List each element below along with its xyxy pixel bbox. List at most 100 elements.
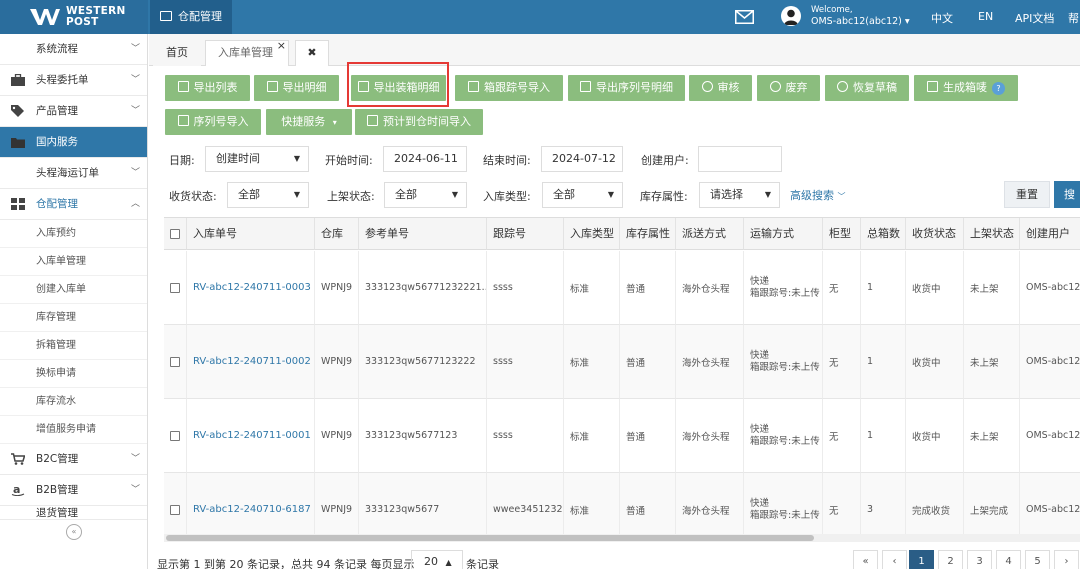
checkbox[interactable] — [170, 228, 180, 239]
sidebar-item-sea-orders[interactable]: 头程海运订单 ﹀ — [0, 158, 147, 189]
tab-home[interactable]: 首页 — [153, 40, 201, 66]
import-box-tracking-button[interactable]: 箱跟踪号导入 — [455, 75, 563, 101]
horizontal-scrollbar[interactable] — [164, 534, 1080, 542]
sidebar-item-domestic[interactable]: 国内服务 — [0, 127, 147, 158]
import-eta-button[interactable]: 预计到仓时间导入 — [355, 109, 483, 135]
col-total-boxes[interactable]: 总箱数 — [861, 218, 906, 250]
close-icon[interactable]: × — [277, 34, 286, 58]
sidebar-sub-create-inbound[interactable]: 创建入库单 — [0, 276, 147, 304]
reset-button[interactable]: 重置 — [1004, 181, 1050, 208]
sidebar-sub-value-added[interactable]: 增值服务申请 — [0, 416, 147, 444]
sidebar-item-b2c[interactable]: B2C管理 ﹀ — [0, 444, 147, 475]
date-type-select[interactable]: 创建时间 ▼ — [205, 146, 309, 172]
search-button[interactable]: 搜 — [1054, 181, 1080, 208]
cell-inbound-no[interactable]: RV-abc12-240710-6187 — [187, 473, 315, 534]
page-2-button[interactable]: 2 — [938, 550, 963, 569]
inbound-table: 入库单号 仓库 参考单号 跟踪号 入库类型 库存属性 派送方式 运输方式 柜型 … — [164, 217, 1080, 534]
help-circle-icon[interactable]: ? — [992, 82, 1005, 95]
stock-attr-select[interactable]: 请选择 ▼ — [699, 182, 780, 208]
cell-inbound-no-text[interactable]: RV-abc12-240711-0001 — [193, 430, 311, 441]
col-delivery[interactable]: 派送方式 — [676, 218, 744, 250]
checkbox[interactable] — [170, 504, 180, 515]
cell-inbound-no-text[interactable]: RV-abc12-240710-6187 — [193, 504, 311, 515]
col-inbound-no[interactable]: 入库单号 — [187, 218, 315, 250]
cell-inbound-no-text[interactable]: RV-abc12-240711-0003 — [193, 282, 311, 293]
sidebar-item-b2b[interactable]: a B2B管理 ﹀ — [0, 475, 147, 506]
sidebar-item-warehouse[interactable]: 仓配管理 ︿ — [0, 189, 147, 220]
col-warehouse[interactable]: 仓库 — [315, 218, 359, 250]
checkbox[interactable] — [170, 356, 180, 367]
cell-transport: 快递 箱跟踪号:未上传 — [744, 399, 823, 473]
export-details-button[interactable]: 导出明细 — [254, 75, 339, 101]
export-serial-details-button[interactable]: 导出序列号明细 — [568, 75, 685, 101]
audit-button[interactable]: 审核 — [689, 75, 752, 101]
shelf-status-select[interactable]: 全部 ▼ — [384, 182, 467, 208]
amazon-icon: a — [11, 484, 25, 496]
col-tracking[interactable]: 跟踪号 — [487, 218, 564, 250]
inbound-type-select[interactable]: 全部 ▼ — [542, 182, 623, 208]
cell-receive-status: 完成收货 — [906, 473, 964, 534]
page-1-button[interactable]: 1 — [909, 550, 934, 569]
export-list-button[interactable]: 导出列表 — [165, 75, 250, 101]
sidebar-sub-inbound-management[interactable]: 入库单管理 — [0, 248, 147, 276]
page-size-select[interactable]: 20 ▲ — [411, 550, 463, 569]
import-serial-button[interactable]: 序列号导入 — [165, 109, 261, 135]
sidebar-sub-stock-flow[interactable]: 库存流水 — [0, 388, 147, 416]
prev-page-button[interactable]: ‹ — [882, 550, 907, 569]
col-stock-attr[interactable]: 库存属性 — [620, 218, 676, 250]
receive-status-select[interactable]: 全部 ▼ — [227, 182, 309, 208]
tab-inbound-management[interactable]: 入库单管理 × — [205, 39, 289, 66]
api-docs-link[interactable]: API文档 — [1015, 10, 1054, 26]
sidebar-sub-inbound-booking[interactable]: 入库预约 — [0, 220, 147, 248]
sidebar-item-system-flow[interactable]: 系统流程 ﹀ — [0, 34, 147, 65]
close-all-tabs-button[interactable]: ✖ — [295, 40, 329, 66]
page-4-button[interactable]: 4 — [996, 550, 1021, 569]
cell-inbound-no-text[interactable]: RV-abc12-240711-0002 — [193, 356, 311, 367]
col-creator[interactable]: 创建用户 — [1020, 218, 1080, 250]
generate-box-label-button[interactable]: 生成箱唛? — [914, 75, 1018, 101]
col-receive-status[interactable]: 收货状态 — [906, 218, 964, 250]
sidebar-item-products[interactable]: 产品管理 ﹀ — [0, 96, 147, 127]
sidebar-item-first-leg[interactable]: 头程委托单 ﹀ — [0, 65, 147, 96]
discard-button[interactable]: 废弃 — [757, 75, 820, 101]
advanced-search-link[interactable]: 高级搜索 ﹀ — [790, 187, 846, 203]
transport-text: 快递 箱跟踪号:未上传 — [750, 424, 820, 448]
help-link[interactable]: 帮 — [1068, 10, 1079, 26]
cell-inbound-no[interactable]: RV-abc12-240711-0003 — [187, 251, 315, 325]
col-transport[interactable]: 运输方式 — [744, 218, 823, 250]
next-page-button[interactable]: › — [1054, 550, 1079, 569]
sidebar-sub-relabel[interactable]: 换标申请 — [0, 360, 147, 388]
col-reference[interactable]: 参考单号 — [359, 218, 487, 250]
scrollbar-thumb[interactable] — [166, 535, 814, 541]
export-icon — [177, 81, 189, 92]
cell-inbound-no[interactable]: RV-abc12-240711-0001 — [187, 399, 315, 473]
user-menu[interactable]: Welcome, OMS-abc12(abc12) ▾ — [811, 4, 910, 28]
first-page-button[interactable]: « — [853, 550, 878, 569]
select-value: 全部 — [238, 188, 260, 201]
sidebar-sub-label: 创建入库单 — [36, 284, 86, 295]
col-cabinet[interactable]: 柜型 — [823, 218, 861, 250]
quick-service-dropdown[interactable]: 快捷服务 ▾ — [266, 109, 352, 135]
cell-inbound-no[interactable]: RV-abc12-240711-0002 — [187, 325, 315, 399]
module-tab-warehouse[interactable]: 仓配管理 — [150, 0, 232, 34]
sidebar-sub-inventory[interactable]: 库存管理 — [0, 304, 147, 332]
checkbox[interactable] — [170, 282, 180, 293]
restore-draft-button[interactable]: 恢复草稿 — [825, 75, 909, 101]
logo[interactable]: WESTERN POST — [0, 0, 148, 34]
sidebar-sub-unbox[interactable]: 拆箱管理 — [0, 332, 147, 360]
col-inbound-type[interactable]: 入库类型 — [564, 218, 620, 250]
lang-cn-link[interactable]: 中文 — [931, 10, 953, 26]
sidebar-collapse-button[interactable]: « — [66, 524, 82, 540]
avatar[interactable] — [781, 6, 801, 26]
col-shelf-status[interactable]: 上架状态 — [964, 218, 1020, 250]
lang-en-link[interactable]: EN — [978, 10, 993, 23]
mail-icon[interactable] — [735, 10, 754, 24]
select-all-checkbox[interactable] — [164, 218, 187, 250]
sidebar-item-returns[interactable]: 退货管理 — [0, 506, 147, 520]
checkbox[interactable] — [170, 430, 180, 441]
creator-input[interactable] — [698, 146, 782, 172]
start-time-input[interactable]: 2024-06-11 — [383, 146, 467, 172]
page-3-button[interactable]: 3 — [967, 550, 992, 569]
page-5-button[interactable]: 5 — [1025, 550, 1050, 569]
end-time-input[interactable]: 2024-07-12 — [541, 146, 623, 172]
